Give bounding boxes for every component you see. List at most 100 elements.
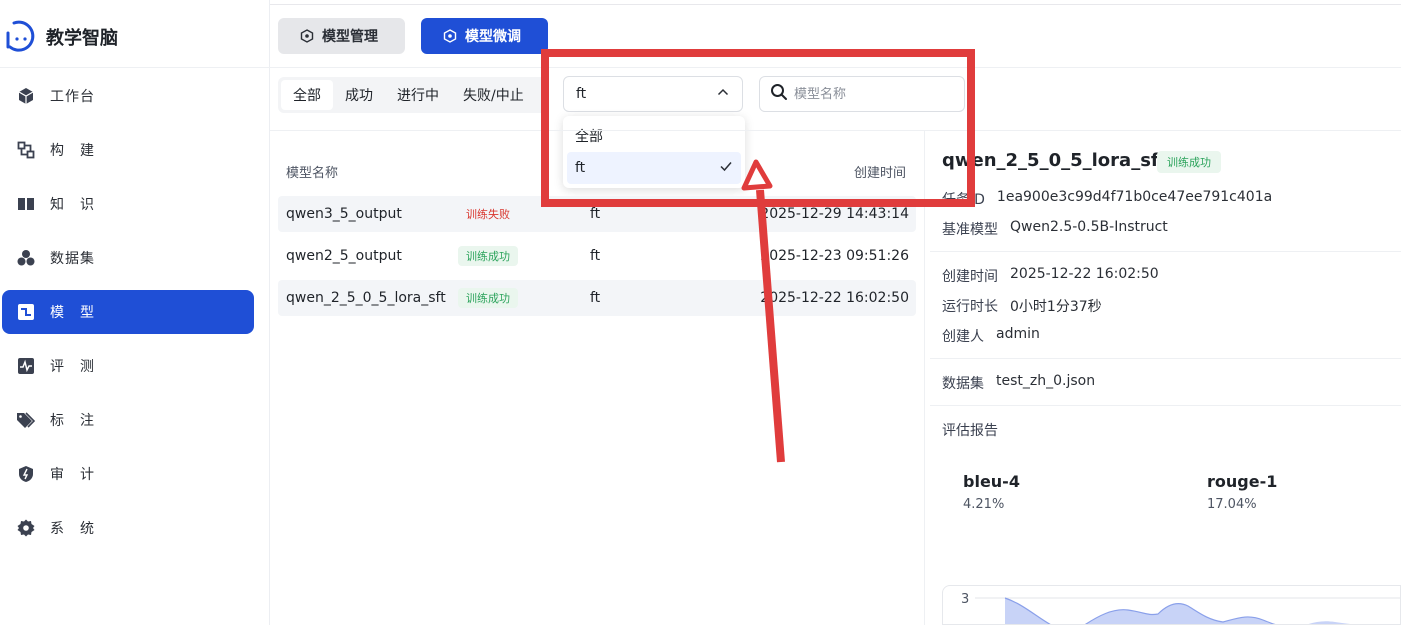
detail-value: 0小时1分37秒: [1010, 299, 1102, 315]
sidebar-item-annotation[interactable]: 标 注: [2, 398, 254, 442]
detail-report-heading: 评估报告: [942, 420, 1010, 440]
status-filter-failed[interactable]: 失败/中止: [451, 80, 536, 110]
detail-creator: 创建人 admin: [942, 326, 1040, 346]
brand-title: 教学智脑: [46, 28, 118, 49]
sidebar-item-label: 审 计: [50, 467, 95, 483]
row-created-time: 2025-12-29 14:43:14: [760, 206, 909, 222]
row-model-name: qwen_2_5_0_5_lora_sft: [286, 290, 446, 306]
tag-icon: [16, 410, 36, 430]
detail-status-badge: 训练成功: [1157, 151, 1221, 173]
detail-key: 基准模型: [942, 222, 998, 238]
sidebar-item-workbench[interactable]: 工作台: [2, 74, 254, 118]
type-option-ft[interactable]: ft: [567, 152, 741, 184]
detail-dataset: 数据集 test_zh_0.json: [942, 373, 1095, 393]
tab-model-finetune[interactable]: 模型微调: [421, 18, 548, 54]
detail-key: 运行时长: [942, 299, 998, 315]
divider: [930, 405, 1401, 406]
sidebar-item-label: 模 型: [50, 305, 95, 321]
evaluation-chart: 3: [942, 585, 1401, 625]
cube-icon: [16, 86, 36, 106]
tab-label: 模型微调: [465, 29, 521, 45]
search-icon: [770, 83, 788, 105]
type-select[interactable]: ft: [563, 76, 743, 112]
evaluation-chart-area: 3: [961, 592, 1400, 624]
column-header-created: 创建时间: [854, 166, 907, 181]
type-option-all[interactable]: 全部: [567, 120, 741, 152]
model-search: [759, 76, 965, 112]
divider: [270, 130, 1401, 131]
metric-value: 17.04%: [1207, 497, 1257, 512]
detail-task-id: 任务ID 1ea900e3c99d4f71b0ce47ee791c401a: [942, 189, 1272, 209]
table-row[interactable]: qwen3_5_output 训练失败 ft 2025-12-29 14:43:…: [278, 196, 916, 232]
status-filter: 全部 成功 进行中 失败/中止: [278, 77, 546, 113]
status-filter-running[interactable]: 进行中: [385, 80, 451, 110]
detail-key: 创建人: [942, 329, 984, 345]
type-select-value: ft: [576, 86, 587, 102]
sidebar-item-knowledge[interactable]: 知 识: [2, 182, 254, 226]
divider: [930, 251, 1401, 252]
book-icon: [16, 194, 36, 214]
brand-logo-icon: [4, 19, 40, 55]
sidebar-item-label: 标 注: [50, 413, 95, 429]
model-icon: [16, 302, 36, 322]
divider: [924, 130, 925, 625]
divider: [930, 358, 1401, 359]
row-model-name: qwen3_5_output: [286, 206, 402, 222]
tab-label: 模型管理: [322, 29, 378, 45]
column-header-name: 模型名称: [286, 166, 339, 181]
status-filter-success[interactable]: 成功: [333, 80, 385, 110]
sidebar-nav: 工作台 构 建 知 识 数据集 模 型 评 测 标 注 审 计 系 统: [0, 74, 270, 560]
status-badge: 训练成功: [458, 288, 518, 308]
chart-tick: 3: [961, 592, 969, 607]
metric-value: 4.21%: [963, 497, 1005, 512]
dataset-icon: [16, 248, 36, 268]
row-status: 训练成功: [458, 280, 518, 316]
sidebar-item-evaluation[interactable]: 评 测: [2, 344, 254, 388]
divider: [0, 67, 270, 68]
gear-icon: [16, 518, 36, 538]
sidebar-item-label: 知 识: [50, 197, 95, 213]
sidebar-item-audit[interactable]: 审 计: [2, 452, 254, 496]
annotation-arrow-head: [741, 159, 773, 191]
search-input[interactable]: [794, 86, 954, 102]
sidebar-item-model[interactable]: 模 型: [2, 290, 254, 334]
metric-name: bleu-4: [963, 472, 1020, 491]
detail-key: 数据集: [942, 376, 984, 392]
sidebar-item-label: 工作台: [50, 89, 95, 105]
detail-key: 任务ID: [942, 192, 985, 208]
row-created-time: 2025-12-23 09:51:26: [760, 248, 909, 264]
build-icon: [16, 140, 36, 160]
table-row[interactable]: qwen2_5_output 训练成功 ft 2025-12-23 09:51:…: [278, 238, 916, 274]
sidebar-item-build[interactable]: 构 建: [2, 128, 254, 172]
sidebar: 教学智脑 工作台 构 建 知 识 数据集 模 型 评 测 标 注 审 计 系 统: [0, 0, 270, 625]
sidebar-item-label: 构 建: [50, 143, 95, 159]
sidebar-item-dataset[interactable]: 数据集: [2, 236, 254, 280]
hexagon-icon: [443, 29, 457, 43]
tab-model-manage[interactable]: 模型管理: [278, 18, 405, 54]
detail-value: 2025-12-22 16:02:50: [1010, 266, 1159, 282]
detail-key: 创建时间: [942, 269, 998, 285]
sidebar-item-label: 评 测: [50, 359, 95, 375]
brand: 教学智脑: [0, 12, 270, 62]
type-select-dropdown: 全部 ft: [563, 116, 745, 188]
detail-value: test_zh_0.json: [996, 373, 1096, 389]
sidebar-item-system[interactable]: 系 统: [2, 506, 254, 550]
status-badge: 训练成功: [458, 246, 518, 266]
shield-icon: [16, 464, 36, 484]
chevron-up-icon: [716, 85, 730, 103]
hexagon-icon: [300, 29, 314, 43]
status-badge: 训练失败: [466, 208, 510, 221]
detail-value: Qwen2.5-0.5B-Instruct: [1010, 219, 1168, 235]
sidebar-item-label: 系 统: [50, 521, 95, 537]
status-filter-all[interactable]: 全部: [281, 80, 333, 110]
row-type: ft: [590, 206, 601, 222]
detail-created: 创建时间 2025-12-22 16:02:50: [942, 266, 1159, 286]
table-row[interactable]: qwen_2_5_0_5_lora_sft 训练成功 ft 2025-12-22…: [278, 280, 916, 316]
detail-base-model: 基准模型 Qwen2.5-0.5B-Instruct: [942, 219, 1168, 239]
metric-name: rouge-1: [1207, 472, 1278, 491]
detail-value: 1ea900e3c99d4f71b0ce47ee791c401a: [996, 189, 1273, 205]
detail-value: admin: [996, 326, 1040, 342]
option-label: 全部: [575, 129, 603, 145]
divider: [270, 67, 1401, 68]
check-icon: [719, 159, 733, 177]
